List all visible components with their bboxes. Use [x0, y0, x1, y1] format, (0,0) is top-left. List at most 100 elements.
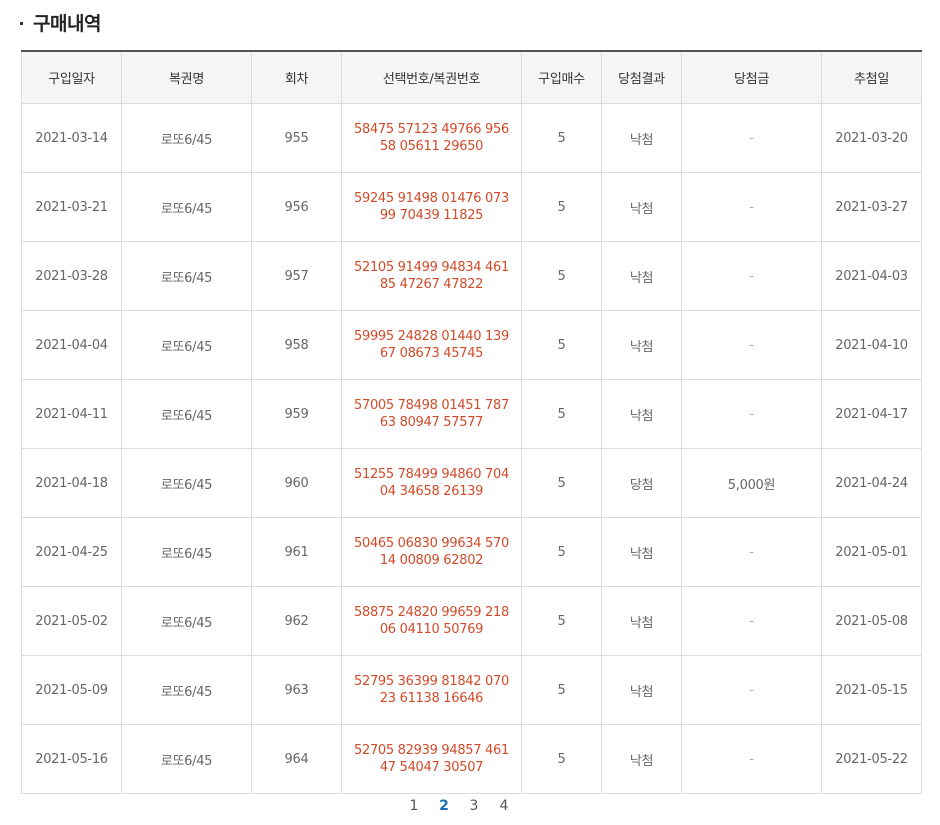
result-cell: 낙첨 [601, 586, 682, 656]
header-selected-numbers: 선택번호/복권번호 [341, 50, 522, 104]
prize-cell: - [681, 655, 822, 725]
lottery-name-cell: 로또6/45 [121, 241, 252, 311]
round-cell: 959 [251, 379, 342, 449]
purchase-date-cell: 2021-05-09 [21, 655, 122, 725]
lottery-name-cell: 로또6/45 [121, 655, 252, 725]
selected-numbers-link[interactable]: 52795 36399 81842 07023 61138 16646 [341, 655, 522, 725]
purchase-history-table: 구입일자 복권명 회차 선택번호/복권번호 구입매수 당첨결과 당첨금 추첨일 … [21, 50, 922, 794]
table-row: 2021-04-25 로또6/45 961 50465 06830 99634 570… [21, 517, 922, 587]
result-cell: 당첨 [601, 448, 682, 518]
result-cell: 낙첨 [601, 103, 682, 173]
quantity-cell: 5 [521, 517, 602, 587]
lottery-name-cell: 로또6/45 [121, 448, 252, 518]
result-cell: 낙첨 [601, 517, 682, 587]
prize-cell: 5,000원 [681, 448, 822, 518]
page-link-4[interactable]: 4 [489, 798, 519, 814]
draw-date-cell: 2021-03-20 [821, 103, 922, 173]
selected-numbers-link[interactable]: 52705 82939 94857 46147 54047 30507 [341, 724, 522, 794]
selected-numbers-link[interactable]: 59995 24828 01440 13967 08673 45745 [341, 310, 522, 380]
lottery-name-cell: 로또6/45 [121, 586, 252, 656]
round-cell: 962 [251, 586, 342, 656]
section-header: 구매내역 [20, 8, 101, 36]
round-cell: 958 [251, 310, 342, 380]
bullet-icon [20, 21, 23, 25]
selected-numbers-link[interactable]: 50465 06830 99634 57014 00809 62802 [341, 517, 522, 587]
selected-numbers-link[interactable]: 58875 24820 99659 21806 04110 50769 [341, 586, 522, 656]
draw-date-cell: 2021-04-03 [821, 241, 922, 311]
draw-date-cell: 2021-05-08 [821, 586, 922, 656]
lottery-name-cell: 로또6/45 [121, 172, 252, 242]
page-link-3[interactable]: 3 [459, 798, 489, 814]
table-row: 2021-04-18 로또6/45 960 51255 78499 94860 704… [21, 448, 922, 518]
section-title: 구매내역 [33, 12, 101, 35]
purchase-date-cell: 2021-04-04 [21, 310, 122, 380]
result-cell: 낙첨 [601, 172, 682, 242]
page-link-1[interactable]: 1 [399, 798, 429, 814]
table-row: 2021-04-11 로또6/45 959 57005 78498 01451 787… [21, 379, 922, 449]
header-quantity: 구입매수 [521, 50, 602, 104]
lottery-name-cell: 로또6/45 [121, 103, 252, 173]
lottery-name-cell: 로또6/45 [121, 379, 252, 449]
header-lottery-name: 복권명 [121, 50, 252, 104]
selected-numbers-link[interactable]: 57005 78498 01451 78763 80947 57577 [341, 379, 522, 449]
round-cell: 964 [251, 724, 342, 794]
round-cell: 961 [251, 517, 342, 587]
purchase-date-cell: 2021-05-02 [21, 586, 122, 656]
quantity-cell: 5 [521, 724, 602, 794]
round-cell: 960 [251, 448, 342, 518]
selected-numbers-link[interactable]: 51255 78499 94860 70404 34658 26139 [341, 448, 522, 518]
draw-date-cell: 2021-03-27 [821, 172, 922, 242]
purchase-date-cell: 2021-03-28 [21, 241, 122, 311]
quantity-cell: 5 [521, 172, 602, 242]
draw-date-cell: 2021-05-22 [821, 724, 922, 794]
selected-numbers-link[interactable]: 59245 91498 01476 07399 70439 11825 [341, 172, 522, 242]
quantity-cell: 5 [521, 448, 602, 518]
quantity-cell: 5 [521, 103, 602, 173]
table-row: 2021-05-09 로또6/45 963 52795 36399 81842 070… [21, 655, 922, 725]
table-row: 2021-04-04 로또6/45 958 59995 24828 01440 139… [21, 310, 922, 380]
quantity-cell: 5 [521, 310, 602, 380]
prize-cell: - [681, 379, 822, 449]
header-result: 당첨결과 [601, 50, 682, 104]
purchase-date-cell: 2021-04-25 [21, 517, 122, 587]
quantity-cell: 5 [521, 586, 602, 656]
draw-date-cell: 2021-04-24 [821, 448, 922, 518]
purchase-date-cell: 2021-03-21 [21, 172, 122, 242]
header-prize: 당첨금 [681, 50, 822, 104]
header-draw-date: 추첨일 [821, 50, 922, 104]
result-cell: 낙첨 [601, 655, 682, 725]
draw-date-cell: 2021-05-15 [821, 655, 922, 725]
draw-date-cell: 2021-04-17 [821, 379, 922, 449]
purchase-date-cell: 2021-05-16 [21, 724, 122, 794]
purchase-date-cell: 2021-03-14 [21, 103, 122, 173]
prize-cell: - [681, 103, 822, 173]
prize-cell: - [681, 724, 822, 794]
table-row: 2021-03-21 로또6/45 956 59245 91498 01476 073… [21, 172, 922, 242]
table-row: 2021-05-02 로또6/45 962 58875 24820 99659 218… [21, 586, 922, 656]
table-row: 2021-03-14 로또6/45 955 58475 57123 49766 956… [21, 103, 922, 173]
round-cell: 955 [251, 103, 342, 173]
quantity-cell: 5 [521, 655, 602, 725]
table-body: 2021-03-14 로또6/45 955 58475 57123 49766 956… [21, 103, 922, 794]
table-header-row: 구입일자 복권명 회차 선택번호/복권번호 구입매수 당첨결과 당첨금 추첨일 [21, 50, 922, 104]
header-purchase-date: 구입일자 [21, 50, 122, 104]
page-link-2[interactable]: 2 [429, 798, 459, 814]
prize-cell: - [681, 586, 822, 656]
table-row: 2021-03-28 로또6/45 957 52105 91499 94834 461… [21, 241, 922, 311]
result-cell: 낙첨 [601, 241, 682, 311]
round-cell: 956 [251, 172, 342, 242]
quantity-cell: 5 [521, 379, 602, 449]
result-cell: 낙첨 [601, 379, 682, 449]
result-cell: 낙첨 [601, 724, 682, 794]
purchase-date-cell: 2021-04-18 [21, 448, 122, 518]
header-round: 회차 [251, 50, 342, 104]
draw-date-cell: 2021-04-10 [821, 310, 922, 380]
draw-date-cell: 2021-05-01 [821, 517, 922, 587]
quantity-cell: 5 [521, 241, 602, 311]
selected-numbers-link[interactable]: 52105 91499 94834 46185 47267 47822 [341, 241, 522, 311]
table-row: 2021-05-16 로또6/45 964 52705 82939 94857 461… [21, 724, 922, 794]
round-cell: 963 [251, 655, 342, 725]
purchase-date-cell: 2021-04-11 [21, 379, 122, 449]
lottery-name-cell: 로또6/45 [121, 724, 252, 794]
selected-numbers-link[interactable]: 58475 57123 49766 95658 05611 29650 [341, 103, 522, 173]
